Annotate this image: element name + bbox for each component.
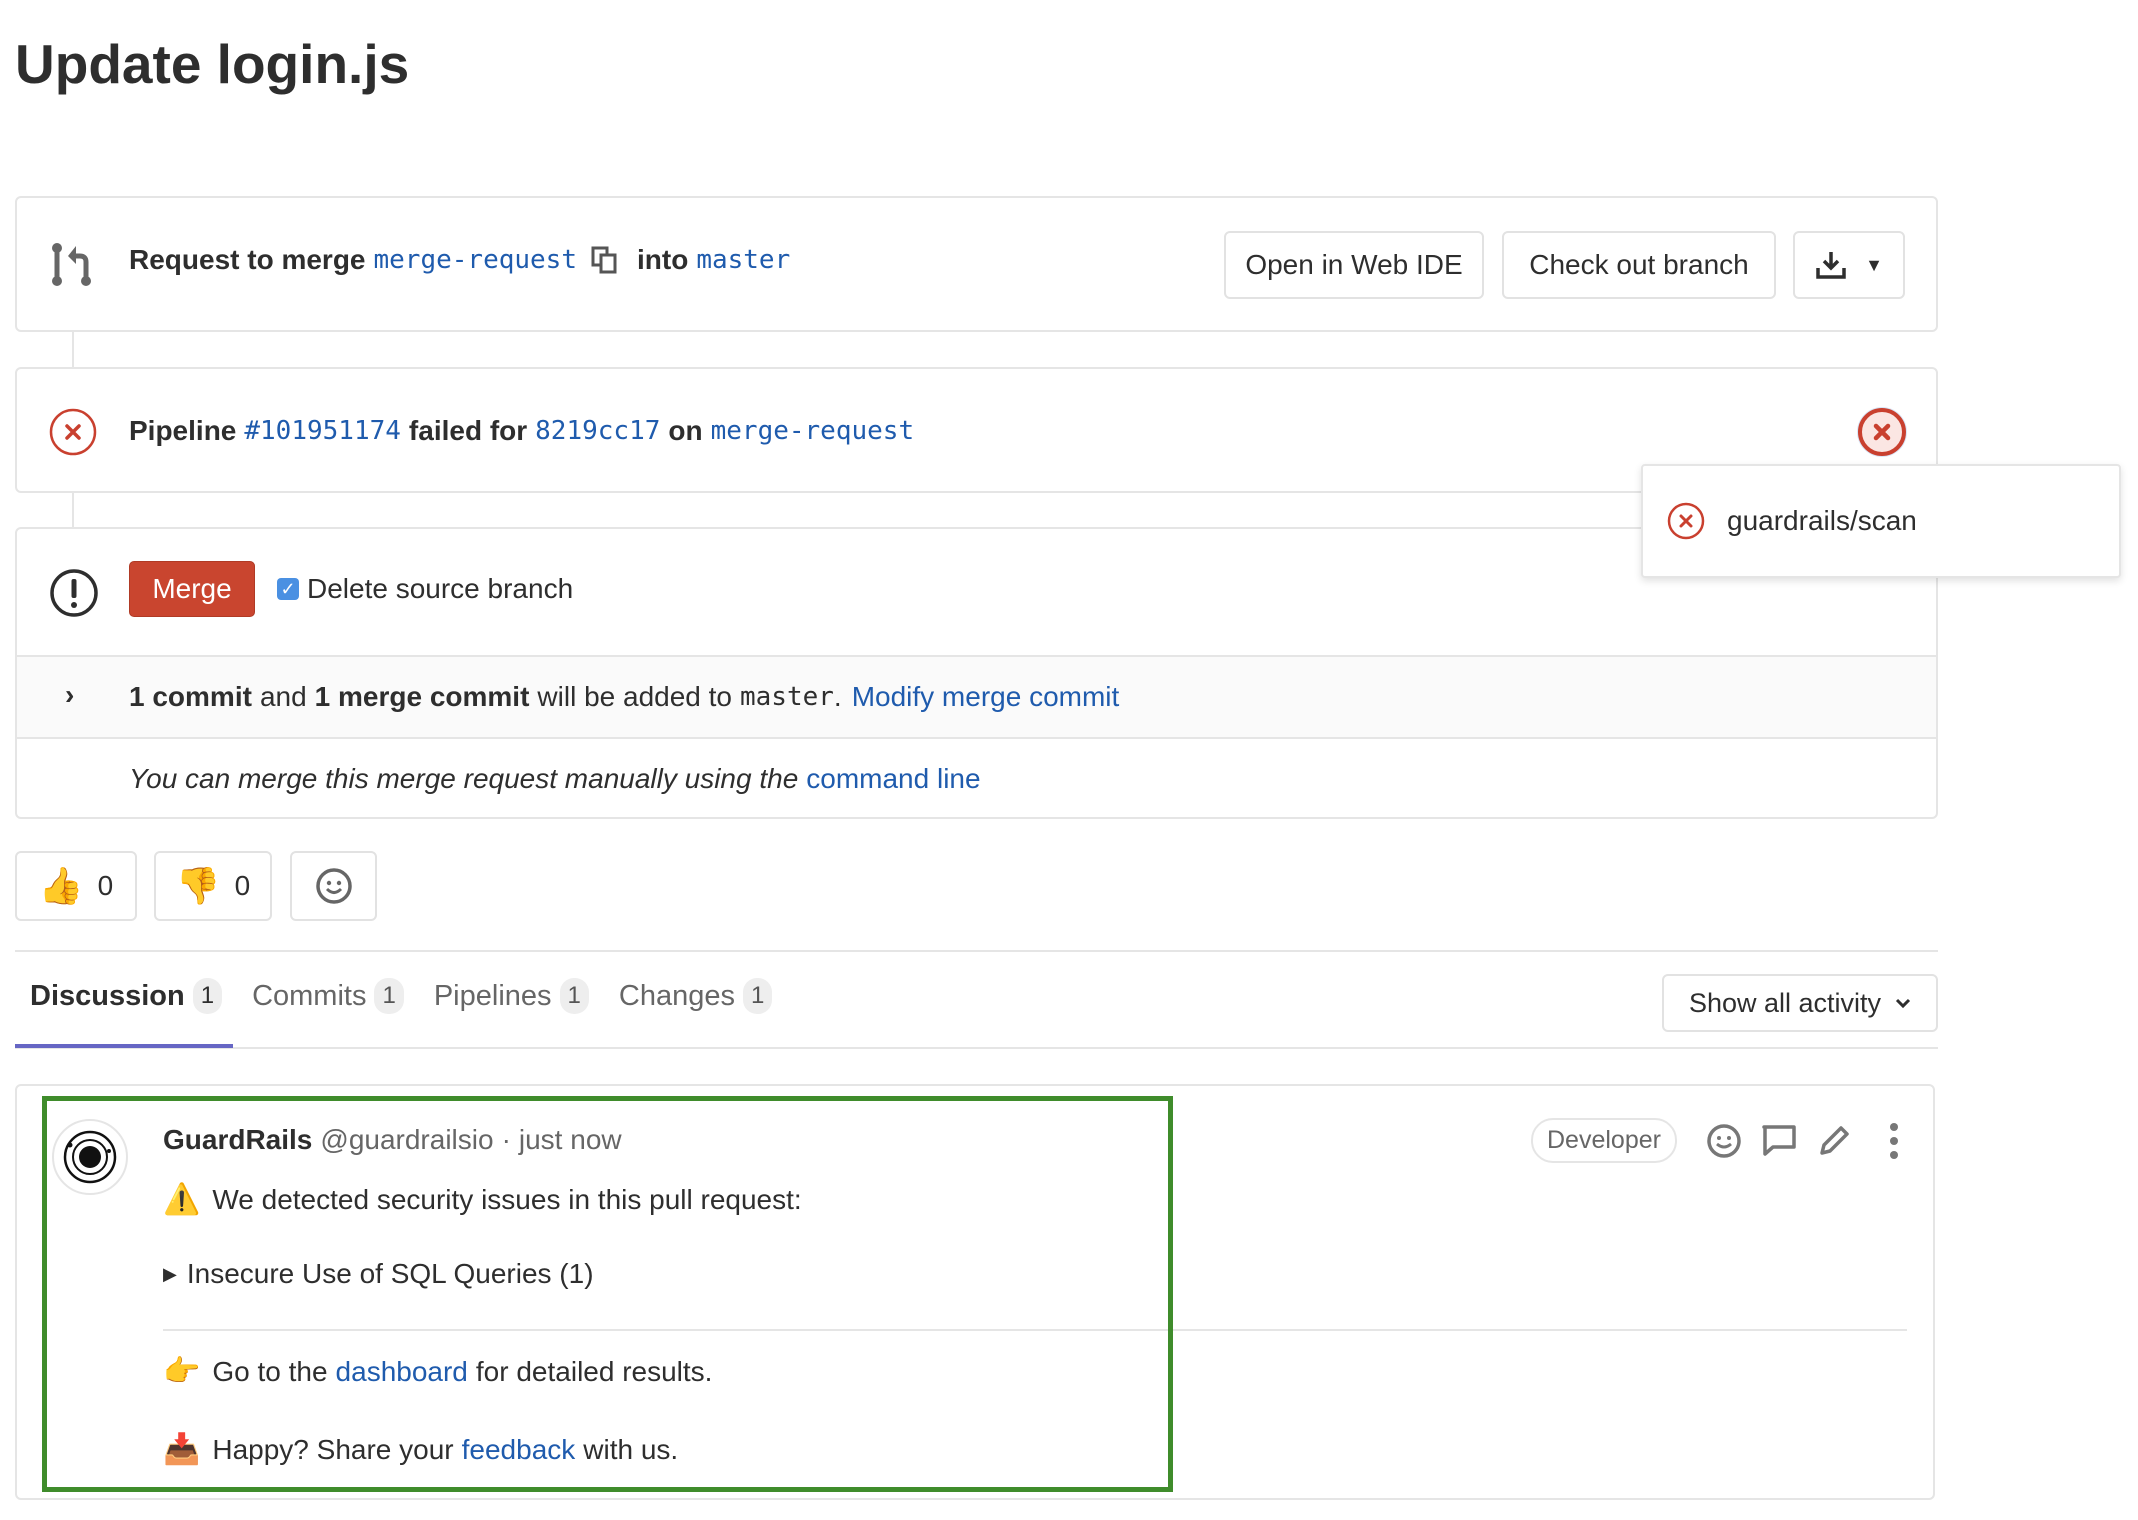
timeline-connector <box>72 332 74 367</box>
commit-sha-link[interactable]: 8219cc17 <box>535 416 660 446</box>
manual-merge-text: You can merge this merge request manuall… <box>129 763 799 794</box>
into-label: into <box>637 244 689 275</box>
pipeline-label: Pipeline <box>129 415 237 446</box>
pipeline-id-link[interactable]: #101951174 <box>244 416 401 446</box>
highlight-box <box>42 1096 1173 1492</box>
tab-commits[interactable]: Commits 1 <box>252 978 404 1014</box>
warning-exclamation-icon <box>50 569 98 617</box>
merge-request-icon <box>52 243 91 286</box>
add-reaction-button[interactable] <box>290 851 377 921</box>
add-reaction-icon[interactable] <box>1705 1122 1743 1160</box>
job-failed-icon <box>1667 502 1705 540</box>
active-tab-indicator <box>15 1044 233 1048</box>
merge-button[interactable]: Merge <box>129 561 255 617</box>
tab-count-badge: 1 <box>742 978 773 1014</box>
timeline-connector <box>72 493 74 527</box>
thumbs-up-button[interactable]: 👍 0 <box>15 851 137 921</box>
merge-commit-count: 1 merge commit <box>314 681 530 712</box>
request-to-merge-label: Request to merge <box>129 244 366 275</box>
manual-merge-hint: You can merge this merge request manuall… <box>129 763 981 795</box>
job-item-guardrails-scan[interactable]: guardrails/scan <box>1667 502 1917 540</box>
tabs-bottom-divider <box>15 1047 1938 1049</box>
tab-pipelines[interactable]: Pipelines 1 <box>434 978 589 1014</box>
tab-label: Commits <box>252 979 367 1012</box>
tab-label: Discussion <box>30 979 185 1012</box>
pipeline-jobs-dropdown: guardrails/scan <box>1641 464 2121 578</box>
tab-discussion[interactable]: Discussion 1 <box>30 978 223 1014</box>
smiley-icon <box>315 868 352 904</box>
chevron-down-icon <box>1895 998 1911 1009</box>
commit-count: 1 commit <box>129 681 252 712</box>
open-web-ide-button[interactable]: Open in Web IDE <box>1224 231 1484 299</box>
merge-request-header-card: Request to merge merge-request into mast… <box>15 196 1938 332</box>
role-badge: Developer <box>1531 1118 1677 1163</box>
pipeline-status-dropdown-icon[interactable] <box>1855 405 1909 459</box>
job-name: guardrails/scan <box>1727 505 1917 536</box>
download-icon <box>1816 252 1846 279</box>
merge-request-summary: Request to merge merge-request into mast… <box>129 244 790 276</box>
failed-for-label: failed for <box>408 415 528 446</box>
period: . <box>833 681 842 712</box>
thumbs-down-button[interactable]: 👎 0 <box>154 851 272 921</box>
tabs-top-divider <box>15 950 1938 952</box>
target-branch-link[interactable]: master <box>696 245 790 275</box>
delete-source-branch-label: Delete source branch <box>307 573 574 604</box>
chevron-right-icon[interactable]: › <box>65 679 74 711</box>
modify-merge-commit-link[interactable]: Modify merge commit <box>852 681 1120 713</box>
page-title: Update login.js <box>15 33 410 95</box>
delete-source-branch-checkbox[interactable]: ✓ <box>277 578 299 600</box>
thumbs-up-icon: 👍 <box>38 865 84 906</box>
tab-count-badge: 1 <box>559 978 589 1014</box>
tab-count-badge: 1 <box>192 978 223 1014</box>
pipeline-branch-link[interactable]: merge-request <box>711 416 915 446</box>
delete-source-branch-option[interactable]: ✓ Delete source branch <box>277 573 573 605</box>
download-dropdown-button[interactable]: ▼ <box>1793 231 1905 299</box>
edit-pencil-icon[interactable] <box>1817 1124 1851 1158</box>
thumbs-down-icon: 👎 <box>175 865 221 906</box>
copy-icon[interactable] <box>591 246 619 274</box>
thumbs-down-count: 0 <box>234 870 251 901</box>
and-label: and <box>259 681 307 712</box>
target-branch: master <box>739 682 834 712</box>
tab-count-badge: 1 <box>374 978 404 1014</box>
pipeline-failed-icon[interactable] <box>48 407 98 457</box>
check-out-branch-button[interactable]: Check out branch <box>1502 231 1776 299</box>
caret-down-icon: ▼ <box>1865 254 1883 275</box>
mr-tabs: Discussion 1 Commits 1 Pipelines 1 Changes 1 <box>30 978 802 1014</box>
more-actions-icon[interactable] <box>1887 1122 1901 1160</box>
activity-filter-label: Show all activity <box>1688 987 1882 1018</box>
tab-changes[interactable]: Changes 1 <box>618 978 773 1014</box>
commit-summary: 1 commit and 1 merge commit will be adde… <box>129 681 1119 713</box>
command-line-link[interactable]: command line <box>806 763 980 795</box>
commit-info-row[interactable]: › 1 commit and 1 merge commit will be ad… <box>17 655 1936 739</box>
added-to-label: will be added to <box>537 681 732 712</box>
tab-label: Changes <box>618 979 735 1012</box>
source-branch-link[interactable]: merge-request <box>374 245 578 275</box>
thumbs-up-count: 0 <box>97 870 114 901</box>
on-label: on <box>668 415 703 446</box>
tab-label: Pipelines <box>433 979 552 1012</box>
reply-comment-icon[interactable] <box>1761 1124 1797 1158</box>
pipeline-summary: Pipeline #101951174 failed for 8219cc17 … <box>129 415 914 447</box>
activity-filter-dropdown[interactable]: Show all activity <box>1662 974 1938 1032</box>
